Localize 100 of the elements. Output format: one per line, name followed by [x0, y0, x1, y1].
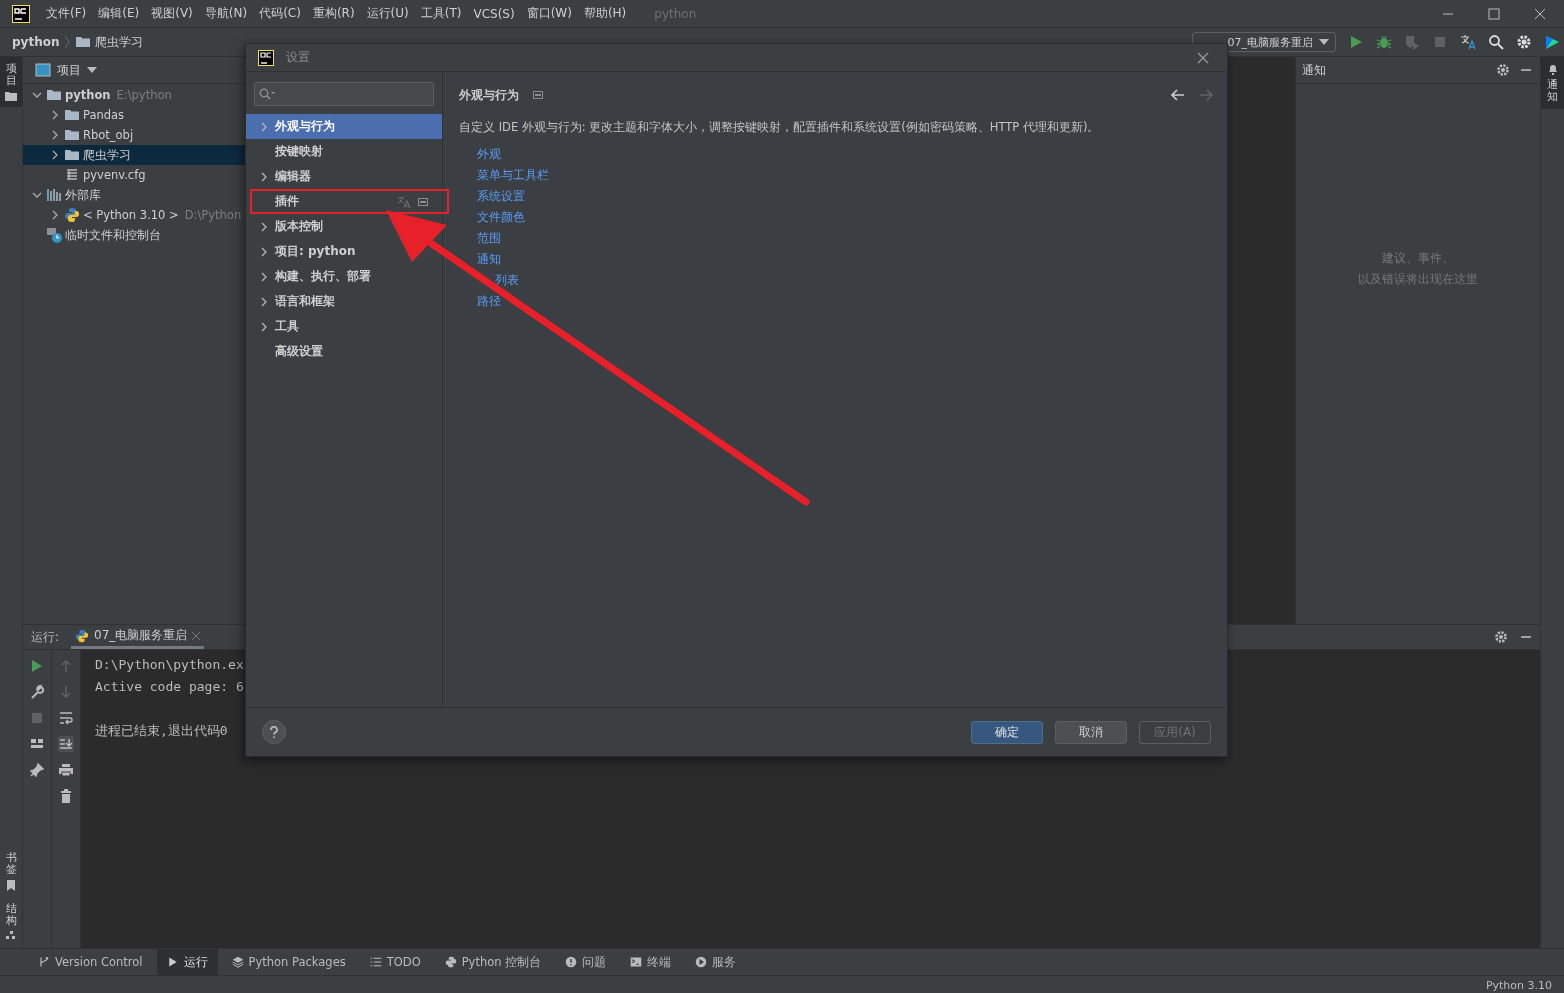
- settings-icon[interactable]: [1494, 630, 1508, 644]
- close-icon[interactable]: [1534, 7, 1546, 20]
- tool-window-tab[interactable]: 问题: [555, 949, 617, 975]
- settings-link[interactable]: 菜单与工具栏: [477, 165, 1213, 186]
- settings-nav-item[interactable]: 版本控制: [246, 214, 442, 239]
- folder-icon: [64, 147, 80, 163]
- dialog-button[interactable]: 确定: [971, 720, 1043, 744]
- settings-link[interactable]: 通知: [477, 249, 1213, 270]
- side-tab[interactable]: 书签: [0, 845, 22, 897]
- menu-item[interactable]: 代码(C): [253, 5, 307, 22]
- chevron-right-icon[interactable]: [260, 221, 268, 232]
- app-logo-icon: [258, 49, 274, 66]
- breadcrumb-item[interactable]: python: [12, 35, 60, 49]
- settings-link[interactable]: 范围: [477, 228, 1213, 249]
- chevron-right-icon[interactable]: [260, 271, 268, 282]
- menu-item[interactable]: 重构(R): [306, 5, 361, 22]
- settings-link[interactable]: 列表: [477, 270, 1213, 291]
- chevron-right-icon[interactable]: [260, 246, 268, 257]
- python-icon: [444, 956, 457, 968]
- folder-icon: [75, 34, 92, 50]
- folder-icon: [5, 91, 17, 102]
- project-scope-icon: [533, 91, 543, 99]
- side-tab[interactable]: 项目: [0, 57, 22, 108]
- breadcrumb-item[interactable]: 爬虫学习: [95, 33, 144, 51]
- tree-item[interactable]: python E:\python: [23, 85, 303, 105]
- trash-icon[interactable]: [58, 788, 74, 804]
- console-line: 进程已结束,退出代码0: [95, 722, 228, 740]
- soft-wrap-icon[interactable]: [58, 710, 74, 726]
- menu-item[interactable]: 窗口(W): [520, 5, 578, 22]
- run-icon[interactable]: [1348, 34, 1364, 50]
- folder-icon: [64, 127, 80, 143]
- translate-icon[interactable]: [1460, 34, 1476, 50]
- settings-nav-item[interactable]: 外观与行为: [246, 114, 442, 139]
- tool-window-tab[interactable]: Version Control: [28, 949, 153, 975]
- dialog-button[interactable]: 取消: [1055, 720, 1127, 744]
- menu-item[interactable]: 运行(U): [360, 5, 415, 22]
- menu-item[interactable]: 工具(T): [414, 5, 468, 22]
- search-field[interactable]: [254, 82, 434, 106]
- tool-window-tab[interactable]: Python Packages: [221, 949, 356, 975]
- menu-item[interactable]: 视图(V): [145, 5, 199, 22]
- tool-window-tab[interactable]: 运行: [156, 949, 218, 975]
- chevron-right-icon[interactable]: [260, 296, 268, 307]
- chevron-right-icon[interactable]: [260, 321, 268, 332]
- chevron-right-icon[interactable]: [260, 171, 268, 182]
- settings-nav-item[interactable]: 编辑器: [246, 164, 442, 189]
- project-scope-icon: [418, 197, 428, 206]
- structure-icon: [6, 931, 16, 942]
- settings-nav-item[interactable]: 高级设置: [246, 339, 442, 364]
- interpreter-status[interactable]: Python 3.10: [1485, 979, 1564, 993]
- folder-icon: [64, 107, 80, 123]
- settings-nav-item[interactable]: 语言和框架: [246, 289, 442, 314]
- path-hint: E:\python: [116, 88, 172, 102]
- tool-window-tab[interactable]: 终端: [620, 949, 682, 975]
- settings-nav-item[interactable]: 项目: python: [246, 239, 442, 264]
- list-icon: [369, 956, 382, 968]
- menu-item[interactable]: 编辑(E): [92, 5, 146, 22]
- tool-window-tab[interactable]: TODO: [359, 949, 431, 975]
- console-line: Active code page: 6: [95, 678, 244, 696]
- menu-item[interactable]: 文件(F): [40, 5, 93, 22]
- settings-icon[interactable]: [1496, 63, 1510, 77]
- scratch-clock-icon: [46, 227, 62, 243]
- help-button[interactable]: [262, 720, 286, 744]
- side-tab[interactable]: 结构: [0, 896, 22, 948]
- app-logo-icon: [12, 4, 30, 23]
- bug-icon[interactable]: [1376, 34, 1392, 50]
- dropdown-caret-icon[interactable]: [87, 67, 97, 73]
- side-tab[interactable]: 通知: [1541, 57, 1564, 110]
- settings-nav-item[interactable]: 工具: [246, 314, 442, 339]
- maximize-icon[interactable]: [1488, 7, 1500, 20]
- python-icon: [64, 207, 80, 223]
- settings-nav-item[interactable]: 插件: [246, 189, 442, 214]
- tool-window-tab[interactable]: Python 控制台: [434, 949, 552, 975]
- settings-link[interactable]: 路径: [477, 291, 1213, 312]
- tool-window-tab[interactable]: 服务: [685, 949, 747, 975]
- project-view-icon: [35, 63, 51, 77]
- menu-item[interactable]: VCS(S): [467, 6, 521, 21]
- settings-link[interactable]: 系统设置: [477, 186, 1213, 207]
- panel-title[interactable]: 项目: [57, 61, 81, 79]
- search-icon[interactable]: [1488, 34, 1504, 50]
- play-circle-icon: [695, 956, 708, 968]
- settings-icon[interactable]: [1516, 34, 1532, 50]
- scroll-to-end-icon[interactable]: [58, 736, 74, 752]
- menu-item[interactable]: 帮助(H): [577, 5, 633, 22]
- back-arrow-icon[interactable]: [1171, 89, 1185, 101]
- print-icon[interactable]: [58, 762, 74, 778]
- page-title: 外观与行为: [459, 86, 519, 104]
- settings-link[interactable]: 外观: [477, 144, 1213, 165]
- search-icon: [259, 88, 275, 100]
- settings-nav-item[interactable]: 构建、执行、部署: [246, 264, 442, 289]
- settings-link[interactable]: 文件颜色: [477, 207, 1213, 228]
- close-icon[interactable]: [1197, 51, 1209, 64]
- folder-icon: [46, 87, 62, 103]
- pin-icon[interactable]: [29, 762, 45, 778]
- run-tab[interactable]: 07_电脑服务重启: [71, 625, 205, 649]
- plugin-logo-icon[interactable]: [1544, 34, 1560, 50]
- panel-title: 通知: [1302, 61, 1326, 79]
- translate-icon: [397, 195, 411, 208]
- menu-item[interactable]: 导航(N): [198, 5, 254, 22]
- console-line: D:\Python\python.ex: [95, 656, 244, 674]
- wrench-icon[interactable]: [29, 684, 45, 700]
